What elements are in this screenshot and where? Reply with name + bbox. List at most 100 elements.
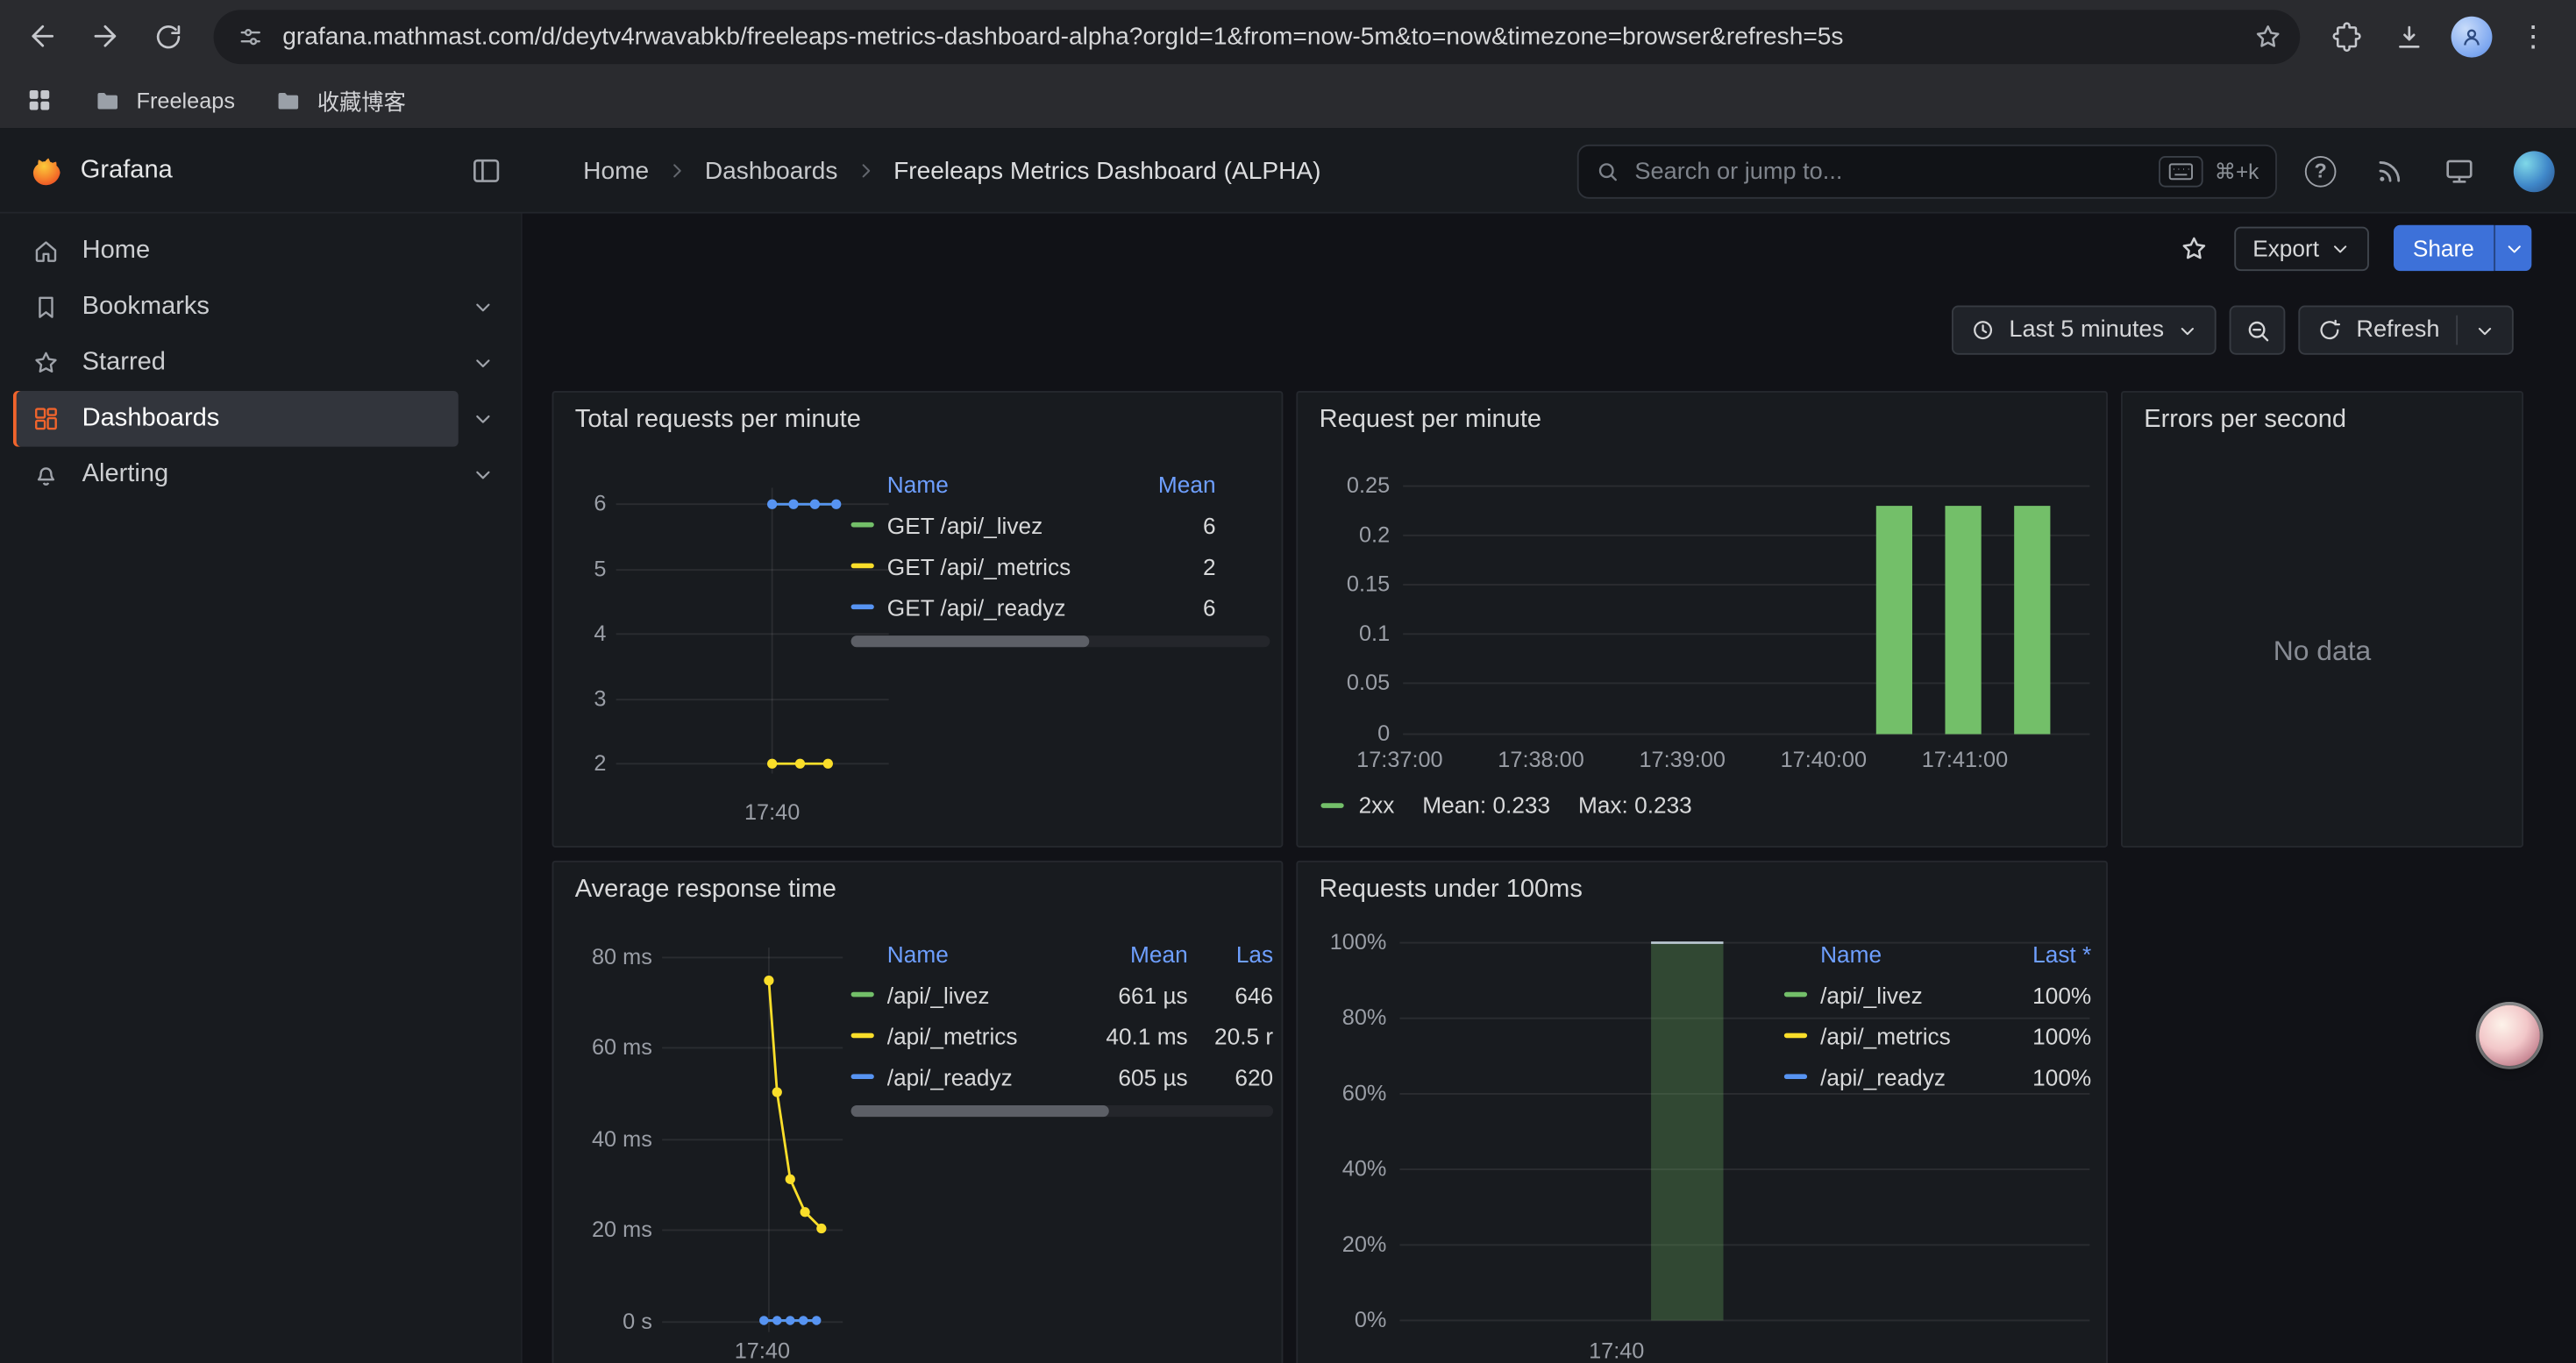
y-tick: 0.25 (1311, 473, 1390, 498)
keyboard-icon (2159, 156, 2203, 188)
user-avatar[interactable] (2514, 150, 2555, 191)
share-menu-button[interactable] (2494, 225, 2531, 271)
sidebar-item-home[interactable]: Home (13, 224, 508, 280)
breadcrumb-dashboards[interactable]: Dashboards (705, 157, 838, 185)
series-name[interactable]: GET /api/_readyz (887, 593, 1130, 620)
series-name[interactable]: /api/_metrics (887, 1022, 1070, 1048)
series-color-yellow (851, 1033, 874, 1039)
sidebar-row-dashboards: Dashboards (13, 391, 508, 447)
reload-button[interactable] (138, 6, 196, 65)
sidebar-toggle-icon[interactable] (470, 154, 502, 187)
browser-menu-button[interactable]: ⋮ (2504, 6, 2563, 65)
search-input[interactable] (1634, 159, 2159, 185)
forward-button[interactable] (75, 6, 134, 65)
bookmark-folder-freeleaps[interactable]: Freeleaps (94, 86, 235, 114)
legend-header-name[interactable]: Name (1820, 941, 1993, 968)
refresh-button[interactable]: Refresh (2299, 306, 2514, 355)
search-shortcut: ⌘+k (2215, 159, 2259, 185)
series-name[interactable]: /api/_livez (887, 982, 1070, 1008)
floating-assistant-avatar[interactable] (2479, 1005, 2539, 1066)
share-split-button: Share (2393, 225, 2531, 271)
bookmark-star-icon[interactable] (2252, 20, 2284, 52)
panel-title[interactable]: Requests under 100ms (1320, 876, 1583, 905)
time-range-picker[interactable]: Last 5 minutes (1952, 306, 2217, 355)
breadcrumb-current: Freeleaps Metrics Dashboard (ALPHA) (893, 157, 1320, 185)
sidebar-item-dashboards[interactable]: Dashboards (13, 391, 459, 447)
search-box[interactable]: ⌘+k (1577, 145, 2277, 199)
help-icon[interactable]: ? (2305, 155, 2337, 187)
kebab-icon: ⋮ (2518, 21, 2548, 51)
y-tick: 3 (566, 686, 606, 711)
sidebar-item-bookmarks[interactable]: Bookmarks (13, 280, 459, 336)
puzzle-icon (2330, 20, 2362, 52)
series-mean: 2 (1143, 553, 1215, 579)
series-mean: 6 (1143, 593, 1215, 620)
legend-row: GET /api/_readyz 6 (851, 586, 1270, 628)
legend-header-last[interactable]: Last * (2006, 941, 2091, 968)
panel-avg-response-time: Average response time 80 ms 60 (552, 861, 1284, 1363)
chevron-down-icon[interactable] (2474, 319, 2495, 340)
x-tick: 17:37:00 (1342, 748, 1457, 772)
browser-chrome: grafana.mathmast.com/d/deytv4rwavabkb/fr… (0, 0, 2576, 128)
sidebar-item-alerting[interactable]: Alerting (13, 447, 459, 503)
bookmark-folder-blogs[interactable]: 收藏博客 (274, 84, 406, 117)
total-requests-chart[interactable]: 6 5 4 3 2 17:40 (566, 458, 895, 836)
export-button[interactable]: Export (2235, 226, 2369, 271)
request-per-minute-chart[interactable]: 0.25 0.2 0.15 0.1 0.05 0 17:37:00 17:38:… (1311, 449, 2096, 777)
back-button[interactable] (13, 6, 72, 65)
y-tick: 0.15 (1311, 571, 1390, 596)
expand-chevron-icon[interactable] (459, 335, 508, 391)
breadcrumb-home[interactable]: Home (583, 157, 649, 185)
legend-inline: 2xx Mean: 0.233 Max: 0.233 (1320, 792, 1691, 818)
panel-total-requests: Total requests per minute 6 5 (552, 391, 1284, 848)
zoom-out-button[interactable] (2230, 306, 2286, 355)
browser-profile-button[interactable] (2441, 6, 2500, 65)
avg-response-chart[interactable]: 80 ms 60 ms 40 ms 20 ms 0 s 17:40 (566, 928, 846, 1363)
series-name[interactable]: GET /api/_metrics (887, 553, 1130, 579)
legend-header-mean[interactable]: Mean (1143, 472, 1215, 498)
legend-row: /api/_metrics 40.1 ms 20.5 r (851, 1015, 1274, 1056)
expand-chevron-icon[interactable] (459, 447, 508, 503)
legend-header-mean[interactable]: Mean (1083, 941, 1188, 968)
share-button[interactable]: Share (2393, 225, 2494, 271)
panel-title[interactable]: Average response time (575, 876, 836, 905)
series-name[interactable]: /api/_metrics (1820, 1022, 1993, 1048)
favorite-star-icon[interactable] (2179, 232, 2210, 264)
person-icon (2459, 24, 2483, 48)
sidebar-row-bookmarks: Bookmarks (13, 280, 508, 336)
legend-header-name[interactable]: Name (887, 941, 1070, 968)
series-name[interactable]: /api/_readyz (887, 1063, 1070, 1090)
series-last: 620 (1201, 1063, 1273, 1090)
monitor-icon[interactable] (2443, 154, 2475, 187)
panel-title[interactable]: Total requests per minute (575, 406, 861, 436)
download-icon (2393, 20, 2424, 52)
apps-grid-icon[interactable] (25, 85, 54, 115)
extensions-button[interactable] (2316, 6, 2375, 65)
site-info-icon[interactable] (237, 22, 265, 50)
url-bar[interactable]: grafana.mathmast.com/d/deytv4rwavabkb/fr… (214, 9, 2301, 63)
brand-text[interactable]: Grafana (81, 128, 173, 213)
sidebar-item-starred[interactable]: Starred (13, 335, 459, 391)
legend-header-name[interactable]: Name (887, 472, 1130, 498)
series-name[interactable]: /api/_livez (1820, 982, 1993, 1008)
y-tick: 0.1 (1311, 621, 1390, 645)
series-color-green (1320, 802, 1343, 807)
x-tick: 17:40 (716, 1338, 808, 1363)
screen: grafana.mathmast.com/d/deytv4rwavabkb/fr… (0, 0, 2576, 1363)
expand-chevron-icon[interactable] (459, 391, 508, 447)
series-name[interactable]: /api/_readyz (1820, 1063, 1993, 1090)
scrollbar-thumb[interactable] (851, 635, 1090, 647)
download-button[interactable] (2379, 6, 2437, 65)
series-name[interactable]: 2xx (1359, 792, 1395, 818)
panel-title[interactable]: Errors per second (2144, 406, 2346, 436)
sidebar-item-label: Bookmarks (82, 293, 210, 323)
series-name[interactable]: GET /api/_livez (887, 512, 1130, 538)
x-tick: 17:40 (1570, 1338, 1662, 1363)
news-rss-icon[interactable] (2374, 155, 2406, 187)
expand-chevron-icon[interactable] (459, 280, 508, 336)
panel-title[interactable]: Request per minute (1320, 406, 1541, 436)
scrollbar-thumb[interactable] (851, 1105, 1109, 1117)
legend-header-last[interactable]: Las (1201, 941, 1273, 968)
grafana-logo[interactable] (26, 151, 64, 190)
y-tick: 80% (1311, 1005, 1386, 1030)
